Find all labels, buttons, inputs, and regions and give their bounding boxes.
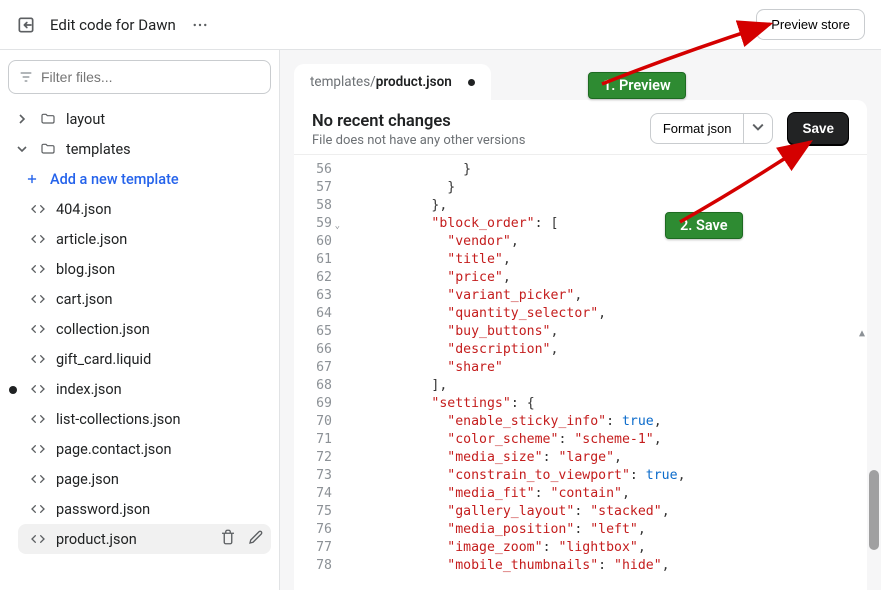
header-subtitle: File does not have any other versions [312,133,525,148]
file-item[interactable]: article.json [18,224,271,254]
file-item[interactable]: collection.json [18,314,271,344]
file-item[interactable]: product.json [18,524,271,554]
editor-scrollbar-thumb[interactable] [869,470,879,550]
tab-dirty-indicator [468,79,475,86]
tab-file: product.json [376,74,452,90]
code-file-icon [30,261,46,277]
preview-store-button[interactable]: Preview store [756,9,865,40]
dirty-dot [8,381,20,398]
file-tab[interactable]: templates/product.json [294,64,491,100]
page-title: Edit code for Dawn [50,16,176,34]
folder-icon [40,141,56,157]
filter-icon [18,69,34,85]
file-label: blog.json [56,261,265,278]
file-item[interactable]: page.contact.json [18,434,271,464]
code-file-icon [30,531,46,547]
code-file-icon [30,381,46,397]
file-label: collection.json [56,321,265,338]
file-label: password.json [56,501,265,518]
plus-icon [24,171,40,187]
more-icon[interactable] [190,15,210,35]
delete-file-icon[interactable] [219,528,237,550]
sidebar: layout templates Add a new template 404.… [0,50,280,590]
file-item[interactable]: password.json [18,494,271,524]
file-tree: layout templates Add a new template 404.… [8,104,271,590]
file-item[interactable]: blog.json [18,254,271,284]
file-label: 404.json [56,201,265,218]
folder-templates[interactable]: templates [8,134,271,164]
code-file-icon [30,411,46,427]
file-label: article.json [56,231,265,248]
code-file-icon [30,441,46,457]
add-template-link[interactable]: Add a new template [18,164,271,194]
save-button[interactable]: Save [787,112,849,145]
format-json-button[interactable]: Format json [650,113,745,144]
code-file-icon [30,231,46,247]
scrollbar-up-icon[interactable]: ▲ [859,325,865,343]
file-label: page.contact.json [56,441,265,458]
file-label: index.json [56,381,265,398]
chevron-down-icon [14,141,30,157]
code-file-icon [30,351,46,367]
file-item[interactable]: page.json [18,464,271,494]
rename-file-icon[interactable] [247,528,265,550]
file-item[interactable]: cart.json [18,284,271,314]
folder-label: templates [66,141,265,158]
code-file-icon [30,291,46,307]
chevron-down-icon [752,121,764,136]
file-item[interactable]: 404.json [18,194,271,224]
folder-label: layout [66,111,265,128]
tab-dir: templates/ [310,74,376,90]
file-header: No recent changes File does not have any… [294,100,867,154]
code-file-icon [30,501,46,517]
exit-icon[interactable] [16,15,36,35]
file-label: gift_card.liquid [56,351,265,368]
folder-layout[interactable]: layout [8,104,271,134]
format-json-dropdown[interactable] [744,113,773,144]
chevron-right-icon [14,111,30,127]
file-label: cart.json [56,291,265,308]
top-bar: Edit code for Dawn Preview store [0,0,881,50]
file-label: page.json [56,471,265,488]
file-item[interactable]: gift_card.liquid [18,344,271,374]
filter-files-input[interactable] [8,60,271,94]
code-editor[interactable]: 56575859⌄6061626364656667686970717273747… [294,154,867,590]
editor-pane: templates/product.json No recent changes… [280,50,881,590]
code-file-icon [30,321,46,337]
add-template-label: Add a new template [50,171,265,188]
file-item[interactable]: index.json [18,374,271,404]
header-title: No recent changes [312,112,525,131]
code-file-icon [30,471,46,487]
file-item[interactable]: list-collections.json [18,404,271,434]
code-file-icon [30,201,46,217]
file-label: list-collections.json [56,411,265,428]
file-label: product.json [56,531,209,548]
folder-icon [40,111,56,127]
